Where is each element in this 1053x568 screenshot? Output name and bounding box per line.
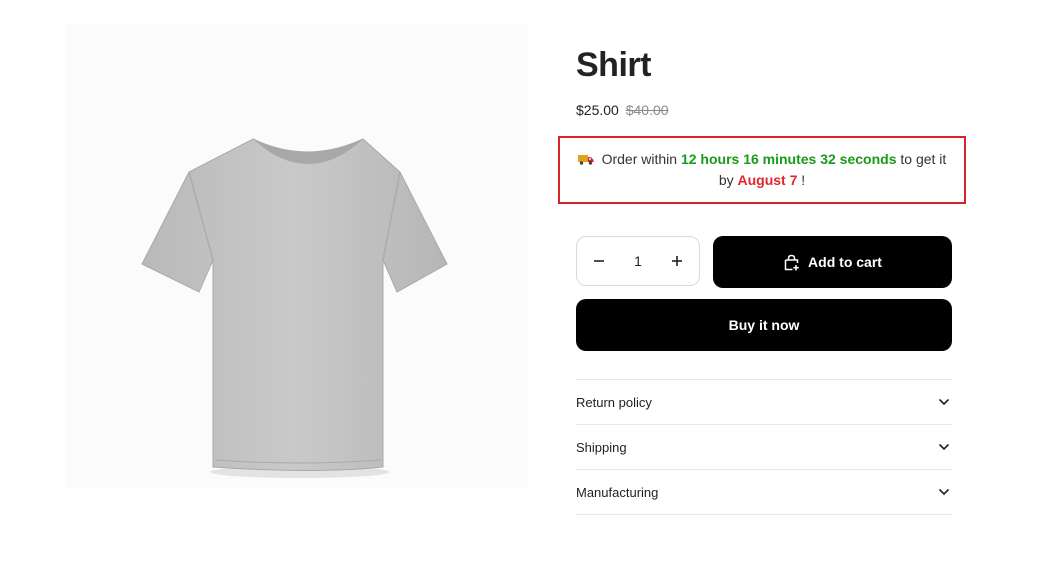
add-to-cart-label: Add to cart [808, 254, 882, 270]
accordion-label: Return policy [576, 394, 652, 410]
product-media [65, 24, 528, 488]
price-row: $25.00 $40.00 [576, 102, 669, 118]
compare-at-price: $40.00 [625, 102, 669, 118]
countdown-timer: 12 hours 16 minutes 32 seconds [680, 151, 897, 167]
accordion-label: Manufacturing [576, 484, 659, 500]
buy-it-now-label: Buy it now [728, 317, 800, 333]
accordion-label: Shipping [576, 439, 627, 455]
product-title: Shirt [576, 46, 651, 84]
bag-plus-icon [784, 254, 799, 270]
quantity-value[interactable]: 1 [634, 253, 642, 269]
plus-icon [671, 256, 682, 266]
quantity-increase-button[interactable] [655, 237, 699, 285]
accordion-shipping[interactable]: Shipping [576, 425, 952, 470]
minus-icon [594, 260, 604, 262]
chevron-down-icon [938, 443, 950, 451]
delivery-date: August 7 [737, 172, 798, 188]
accordion-return-policy[interactable]: Return policy [576, 380, 952, 425]
delivery-countdown-text: Order within 12 hours 16 minutes 32 seco… [574, 149, 950, 191]
quantity-stepper: 1 [576, 236, 700, 286]
chevron-down-icon [938, 398, 950, 406]
delivery-countdown-banner: Order within 12 hours 16 minutes 32 seco… [558, 136, 966, 204]
product-price: $25.00 [576, 102, 619, 118]
delivery-prefix: Order within [601, 151, 678, 167]
truck-icon [577, 155, 594, 165]
buy-it-now-button[interactable]: Buy it now [576, 299, 952, 351]
chevron-down-icon [938, 488, 950, 496]
t-shirt-image [141, 138, 448, 478]
quantity-decrease-button[interactable] [577, 237, 621, 285]
delivery-suffix: ! [801, 172, 806, 188]
product-accordion: Return policy Shipping Manufacturing [576, 379, 952, 515]
add-to-cart-button[interactable]: Add to cart [713, 236, 952, 288]
accordion-manufacturing[interactable]: Manufacturing [576, 470, 952, 515]
